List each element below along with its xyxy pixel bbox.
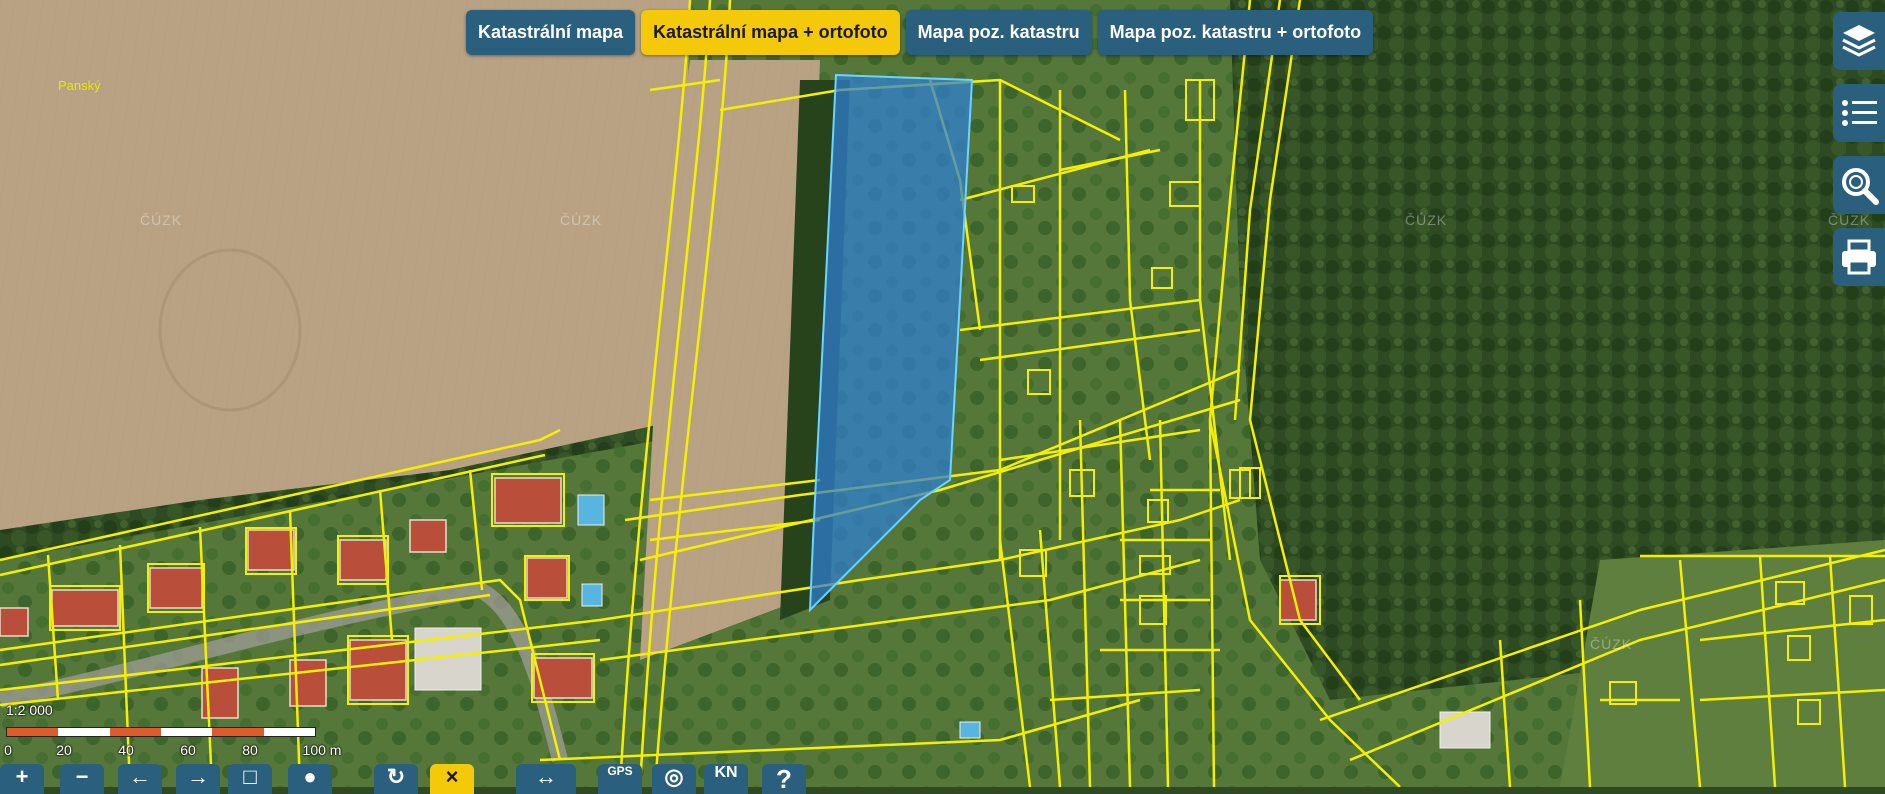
print-button[interactable] [1833,228,1885,286]
layers-icon [1842,25,1876,57]
watermark: ČÚZK [1405,212,1448,228]
kn-button[interactable]: KN [704,764,748,794]
cancel-icon: × [445,764,459,789]
measure-icon: ↔ [535,764,557,789]
search-zoom-icon [1842,168,1879,205]
place-label: Panský [58,78,101,93]
help-icon: ? [776,764,792,794]
globe-button[interactable]: ● [288,764,332,794]
scale-tick: 60 [180,742,196,758]
globe-icon: ● [303,764,317,789]
map-layer-tabs: Katastrální mapa Katastrální mapa + orto… [466,10,1374,55]
zoom-rectangle-button[interactable]: □ [228,764,272,794]
locate-icon: ◎ [664,764,684,789]
back-button[interactable]: ← [118,764,162,794]
scale-ratio: 1:2 000 [6,702,53,718]
zoom-in-icon: + [15,764,29,789]
zoom-rectangle-icon: □ [243,764,257,789]
rotate-icon: ↻ [386,764,406,789]
scale-bar [6,727,316,737]
legend-list-icon [1842,100,1877,126]
scale-tick: 100 m [302,742,342,758]
locate-button[interactable]: ◎ [652,764,696,794]
watermark: ČÚZK [140,212,183,228]
zoom-out-icon: − [75,764,89,789]
watermark: ČÚZK [560,212,603,228]
tab-katastralni-mapa-ortofoto[interactable]: Katastrální mapa + ortofoto [641,10,900,55]
gps-button[interactable]: GPS [598,764,642,794]
back-arrow-icon: ← [129,764,151,789]
gps-icon: GPS [607,764,633,778]
cancel-button[interactable]: × [430,764,474,794]
tab-mapa-poz-katastru-ortofoto[interactable]: Mapa poz. katastru + ortofoto [1097,10,1374,55]
scale-tick: 40 [118,742,134,758]
layers-button[interactable] [1833,12,1885,70]
scale-tick: 20 [56,742,72,758]
orthophoto-map[interactable] [0,0,1885,787]
zoom-out-button[interactable]: − [60,764,104,794]
kn-icon: KN [714,764,738,781]
scale-tick: 80 [242,742,258,758]
zoom-in-button[interactable]: + [0,764,44,794]
measure-button[interactable]: ↔ [516,764,576,794]
watermark: ČÚZK [1828,212,1871,228]
legend-button[interactable] [1833,84,1885,142]
help-button[interactable]: ? [762,764,806,794]
scale-tick: 0 [4,742,12,758]
search-button[interactable] [1833,156,1885,214]
forward-arrow-icon: → [187,764,209,789]
tab-katastralni-mapa[interactable]: Katastrální mapa [466,10,636,55]
scale-ticks: 0 20 40 60 80 100 m [0,742,342,762]
rotate-button[interactable]: ↻ [374,764,418,794]
print-icon [1842,239,1876,275]
watermark: ČÚZK [1590,636,1633,652]
forward-button[interactable]: → [176,764,220,794]
tab-mapa-poz-katastru[interactable]: Mapa poz. katastru [905,10,1092,55]
